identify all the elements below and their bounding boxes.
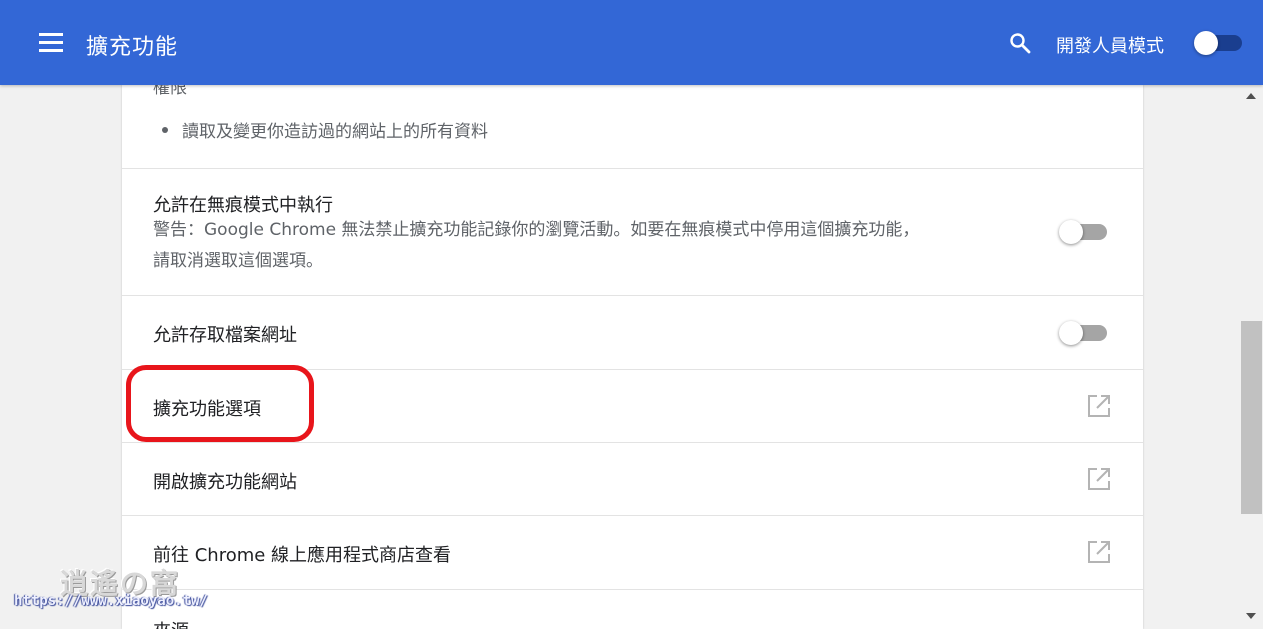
open-in-new-icon[interactable] (1086, 539, 1112, 565)
open-in-new-icon[interactable] (1086, 393, 1112, 419)
incognito-label: 允許在無痕模式中執行 (153, 195, 333, 216)
page-title: 擴充功能 (86, 35, 179, 60)
open-in-new-icon[interactable] (1086, 466, 1112, 492)
highlight-annotation (126, 365, 314, 442)
scrollbar[interactable] (1240, 85, 1263, 629)
hamburger-menu-icon[interactable] (39, 33, 63, 53)
permissions-heading: 權限 (153, 85, 187, 98)
incognito-warning-line-1: 警告：Google Chrome 無法禁止擴充功能記錄你的瀏覽活動。如要在無痕模… (153, 220, 920, 240)
source-section: 來源 (122, 590, 1143, 629)
incognito-warning-line-2: 請取消選取這個選項。 (153, 251, 323, 271)
web-store-row[interactable]: 前往 Chrome 線上應用程式商店查看 (122, 516, 1143, 590)
file-urls-row: 允許存取檔案網址 (122, 296, 1143, 370)
permissions-section: 權限 讀取及變更你造訪過的網站上的所有資料 (122, 85, 1143, 169)
top-app-bar: 擴充功能 開發人員模式 (0, 0, 1263, 85)
search-icon[interactable] (1008, 31, 1032, 55)
incognito-toggle[interactable] (1059, 220, 1109, 244)
file-urls-toggle[interactable] (1059, 321, 1109, 345)
watermark-url: https://www.xiaoyao.tw/ (14, 593, 208, 609)
watermark: 逍遙の窩 https://www.xiaoyao.tw/ (14, 562, 224, 622)
scrollbar-thumb[interactable] (1241, 321, 1262, 514)
extension-details-card: 權限 讀取及變更你造訪過的網站上的所有資料 允許在無痕模式中執行 警告：Goog… (122, 85, 1143, 629)
scroll-down-arrow-icon[interactable] (1246, 613, 1256, 619)
scroll-up-arrow-icon[interactable] (1246, 93, 1256, 99)
extension-website-row[interactable]: 開啟擴充功能網站 (122, 443, 1143, 516)
developer-mode-label: 開發人員模式 (1056, 36, 1164, 57)
incognito-row: 允許在無痕模式中執行 警告：Google Chrome 無法禁止擴充功能記錄你的… (122, 169, 1143, 296)
permission-item: 讀取及變更你造訪過的網站上的所有資料 (182, 122, 488, 142)
bullet-icon (162, 127, 168, 133)
developer-mode-toggle[interactable] (1194, 31, 1242, 55)
extension-website-label: 開啟擴充功能網站 (153, 472, 297, 493)
file-urls-label: 允許存取檔案網址 (153, 325, 297, 346)
